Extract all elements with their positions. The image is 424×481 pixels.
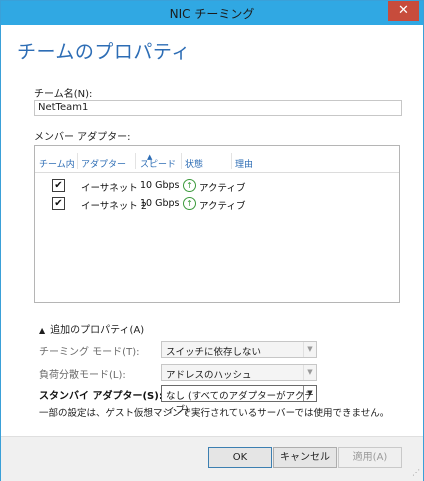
window-title: NIC チーミング	[169, 7, 255, 21]
list-header: チーム内 アダプター ▲ スピード 状態 理由	[35, 150, 399, 173]
page-title: チームのプロパティ	[17, 41, 191, 63]
adapter-speed: 10 Gbps	[140, 198, 180, 209]
standby-adapter-label: スタンバイ アダプター(S):	[39, 391, 163, 402]
load-balancing-select[interactable]: アドレスのハッシュ ▼	[161, 364, 317, 381]
apply-button[interactable]: 適用(A)	[338, 447, 402, 468]
adapter-name: イーサネット 2	[81, 201, 147, 212]
column-divider	[77, 153, 78, 169]
load-balancing-value: アドレスのハッシュ	[166, 370, 252, 381]
guest-vm-note: 一部の設定は、ゲスト仮想マシンで実行されているサーバーでは使用できません。	[39, 408, 390, 419]
column-adapter[interactable]: アダプター ▲	[81, 153, 152, 170]
title-bar[interactable]: NIC チーミング ✕	[1, 1, 423, 25]
standby-adapter-select[interactable]: なし (すべてのアダプターがアクティブ) ▼	[161, 385, 317, 416]
column-speed[interactable]: スピード	[140, 157, 176, 170]
adapter-speed: 10 Gbps	[140, 180, 180, 191]
team-name-label: チーム名(N):	[34, 89, 93, 100]
teaming-mode-select[interactable]: スイッチに依存しない ▼	[161, 341, 317, 358]
arrow-up-circle-icon: ↑	[183, 197, 196, 210]
arrow-up-circle-icon: ↑	[183, 179, 196, 192]
chevron-down-icon: ▼	[303, 386, 316, 401]
chevron-down-icon: ▼	[303, 342, 316, 357]
in-team-checkbox[interactable]: ✔	[52, 179, 65, 192]
member-adapters-label: メンバー アダプター:	[34, 132, 131, 143]
teaming-mode-label: チーミング モード(T):	[39, 347, 140, 358]
chevron-down-icon: ▼	[303, 365, 316, 380]
in-team-checkbox[interactable]: ✔	[52, 197, 65, 210]
adapter-status: アクティブ	[199, 183, 246, 194]
load-balancing-label: 負荷分散モード(L):	[39, 370, 126, 381]
column-divider	[181, 153, 182, 169]
column-reason[interactable]: 理由	[235, 157, 253, 170]
close-icon: ✕	[398, 3, 409, 18]
adapter-row[interactable]: ✔ イーサネット 2 10 Gbps ↑ アクティブ	[35, 196, 399, 212]
cancel-button[interactable]: キャンセル	[273, 447, 337, 468]
member-adapters-list[interactable]: チーム内 アダプター ▲ スピード 状態 理由 ✔ イーサネット 10 Gbps…	[34, 145, 400, 303]
column-divider	[135, 153, 136, 169]
chevron-up-icon: ▲	[39, 326, 46, 335]
resize-grip-icon[interactable]: ⋰	[412, 468, 420, 477]
ok-button[interactable]: OK	[208, 447, 272, 468]
team-name-input[interactable]: NetTeam1	[34, 100, 402, 116]
adapter-row[interactable]: ✔ イーサネット 10 Gbps ↑ アクティブ	[35, 178, 399, 194]
teaming-mode-value: スイッチに依存しない	[166, 347, 262, 358]
adapter-name: イーサネット	[81, 183, 138, 194]
column-in-team[interactable]: チーム内	[39, 157, 75, 170]
close-button[interactable]: ✕	[388, 1, 419, 21]
nic-teaming-window: NIC チーミング ✕ チームのプロパティ チーム名(N): NetTeam1 …	[0, 0, 424, 481]
column-divider	[231, 153, 232, 169]
adapter-status: アクティブ	[199, 201, 246, 212]
additional-properties-toggle[interactable]: ▲ 追加のプロパティ(A)	[39, 321, 144, 336]
column-status[interactable]: 状態	[185, 157, 203, 170]
